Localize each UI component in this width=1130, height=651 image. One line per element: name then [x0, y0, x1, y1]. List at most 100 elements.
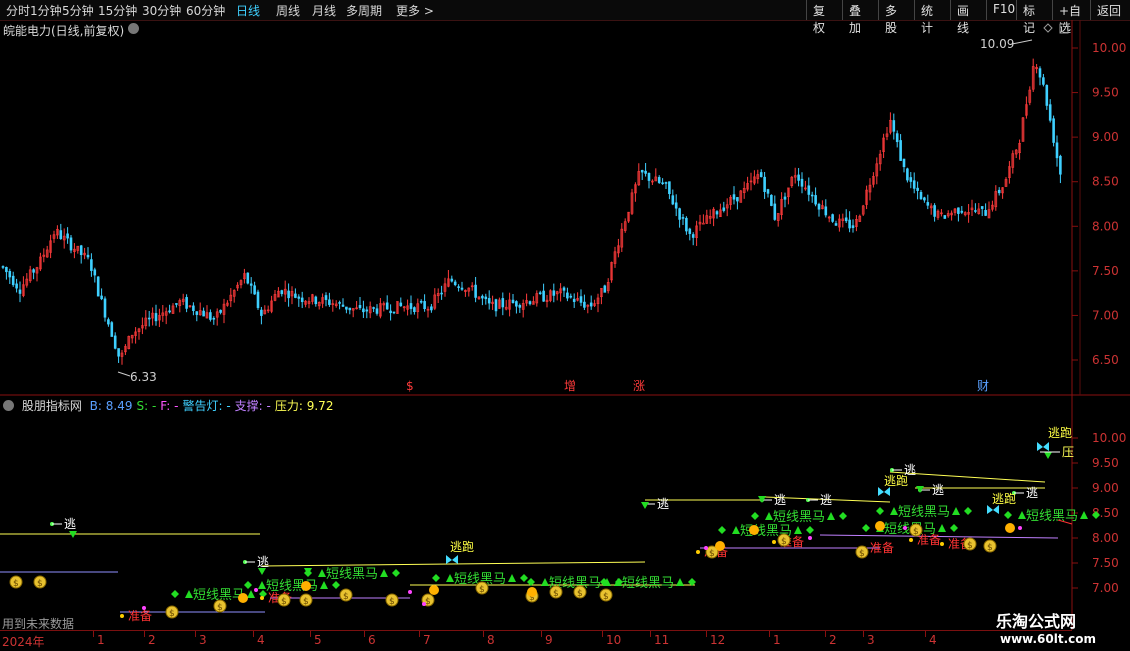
candle-body: [583, 301, 586, 308]
candlesticks: 10.09 6.33 $ 增 涨 财: [1, 37, 1062, 393]
money-bag-sign: $: [169, 609, 175, 619]
price-tick-label: 8.50: [1092, 175, 1119, 189]
indicator-field-3: 警告灯: -: [182, 399, 231, 413]
diamond-icon: [1004, 511, 1012, 519]
diamond-icon: [392, 569, 400, 577]
candle-body: [579, 296, 583, 303]
candle-body: [831, 214, 834, 222]
panel-max-icon[interactable]: [1059, 23, 1069, 34]
candle-body: [783, 196, 787, 200]
diamond-icon: [332, 581, 340, 589]
price-tick-label: 10.00: [1092, 41, 1126, 55]
diamond-icon: [862, 524, 870, 532]
dark-horse-label: 短线黑马: [773, 510, 825, 525]
ind-tick-label: 10.00: [1092, 431, 1126, 445]
indicator-name: 股朋指标网: [21, 399, 82, 413]
candle-body: [338, 302, 341, 304]
time-axis-tick: [253, 631, 254, 637]
candle-body: [249, 283, 253, 286]
price-tick-label: 9.50: [1092, 86, 1119, 100]
price-tick-label: 7.50: [1092, 264, 1119, 278]
time-axis-label: 4: [257, 633, 265, 647]
candle-body: [566, 292, 569, 299]
up-triangle-icon: [258, 581, 266, 589]
candle-body: [389, 310, 392, 314]
candle-body: [501, 298, 505, 308]
signal-coin-icon: [749, 525, 759, 535]
candle-body: [185, 297, 188, 309]
candle-body: [511, 299, 515, 304]
candle-body: [552, 290, 556, 296]
kline-chart[interactable]: 10.09 6.33 $ 增 涨 财 10.00 9.50 9.00 8.50 8.00 7.50 7…: [0, 0, 1130, 650]
time-axis-tick: [602, 631, 603, 637]
high-price-label: 10.09: [980, 37, 1014, 51]
candle-body: [385, 302, 389, 310]
signal-coin-icon: [527, 587, 537, 597]
candle-body: [345, 306, 348, 310]
butterfly-icon: [987, 505, 999, 514]
candle-body: [392, 311, 396, 314]
time-axis-tick: [825, 631, 826, 637]
candle-body: [11, 275, 15, 286]
candle-body: [824, 206, 828, 216]
spark-dot: [408, 590, 412, 594]
candle-body: [66, 233, 69, 239]
candle-body: [542, 290, 545, 302]
money-bag-sign: $: [479, 585, 485, 595]
candle-body: [297, 296, 301, 299]
candle-body: [661, 182, 664, 185]
diamond-icon: [171, 590, 179, 598]
candle-body: [909, 177, 913, 182]
time-axis-label: 7: [423, 633, 431, 647]
candle-body: [722, 207, 726, 211]
candle-body: [766, 189, 770, 194]
time-axis-label: 1: [97, 633, 105, 647]
time-axis-tick: [93, 631, 94, 637]
time-axis-tick: [706, 631, 707, 637]
candle-body: [807, 185, 811, 195]
candle-body: [450, 278, 454, 282]
candle-body: [691, 234, 695, 238]
candle-body: [280, 290, 284, 295]
candle-body: [664, 182, 668, 184]
candle-body: [1059, 155, 1062, 175]
candle-body: [487, 298, 491, 304]
entry-label: 准备: [128, 609, 152, 623]
indicator-collapse-icon[interactable]: [3, 400, 14, 411]
signal-coin-icon: [1005, 523, 1015, 533]
ind-tick-label: 9.00: [1092, 481, 1119, 495]
candle-body: [260, 309, 263, 316]
up-triangle-icon: [676, 578, 684, 586]
candle-body: [933, 205, 936, 217]
butterfly-icon: [1037, 442, 1049, 451]
candle-body: [419, 300, 423, 303]
money-bag-sign: $: [425, 597, 431, 607]
candle-body: [409, 303, 413, 309]
ind-tick-label: 8.00: [1092, 531, 1119, 545]
time-axis-label: 9: [545, 633, 553, 647]
up-triangle-icon: [446, 574, 454, 582]
time-axis-label: 3: [199, 633, 207, 647]
candle-body: [117, 348, 120, 357]
candle-body: [460, 287, 464, 290]
candle-body: [168, 310, 171, 313]
indicator-field-4: 支撑: -: [234, 399, 271, 413]
candle-body: [348, 307, 352, 311]
up-triangle-icon: [765, 512, 773, 520]
candle-body: [195, 311, 199, 315]
candle-body: [457, 286, 460, 288]
candle-body: [192, 305, 195, 311]
candle-body: [732, 194, 736, 200]
candle-body: [603, 285, 607, 293]
time-axis-tick: [925, 631, 926, 637]
candle-body: [681, 217, 685, 219]
sell-arrow-icon: [258, 568, 266, 575]
up-triangle-icon: [318, 569, 326, 577]
candle-body: [657, 177, 661, 183]
candle-body: [96, 276, 100, 297]
money-bag-sign: $: [859, 549, 865, 559]
up-triangle-icon: [541, 578, 549, 586]
candle-body: [15, 283, 18, 289]
entry-label: 准备: [870, 541, 894, 555]
diamond-icon: [806, 526, 814, 534]
